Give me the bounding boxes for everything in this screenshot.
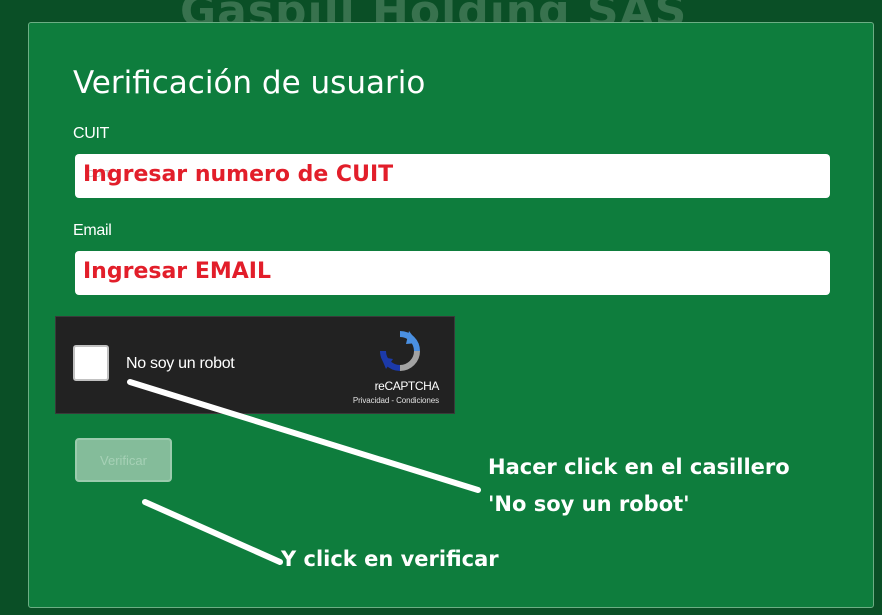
checkbox-note-line1: Hacer click en el casillero — [488, 455, 790, 479]
annotation-arrows — [127, 379, 481, 565]
verify-note: Y click en verificar — [281, 547, 499, 571]
checkbox-pointer-line — [127, 379, 481, 493]
verify-pointer-line — [142, 499, 283, 565]
checkbox-note-line2: 'No soy un robot' — [488, 492, 690, 516]
